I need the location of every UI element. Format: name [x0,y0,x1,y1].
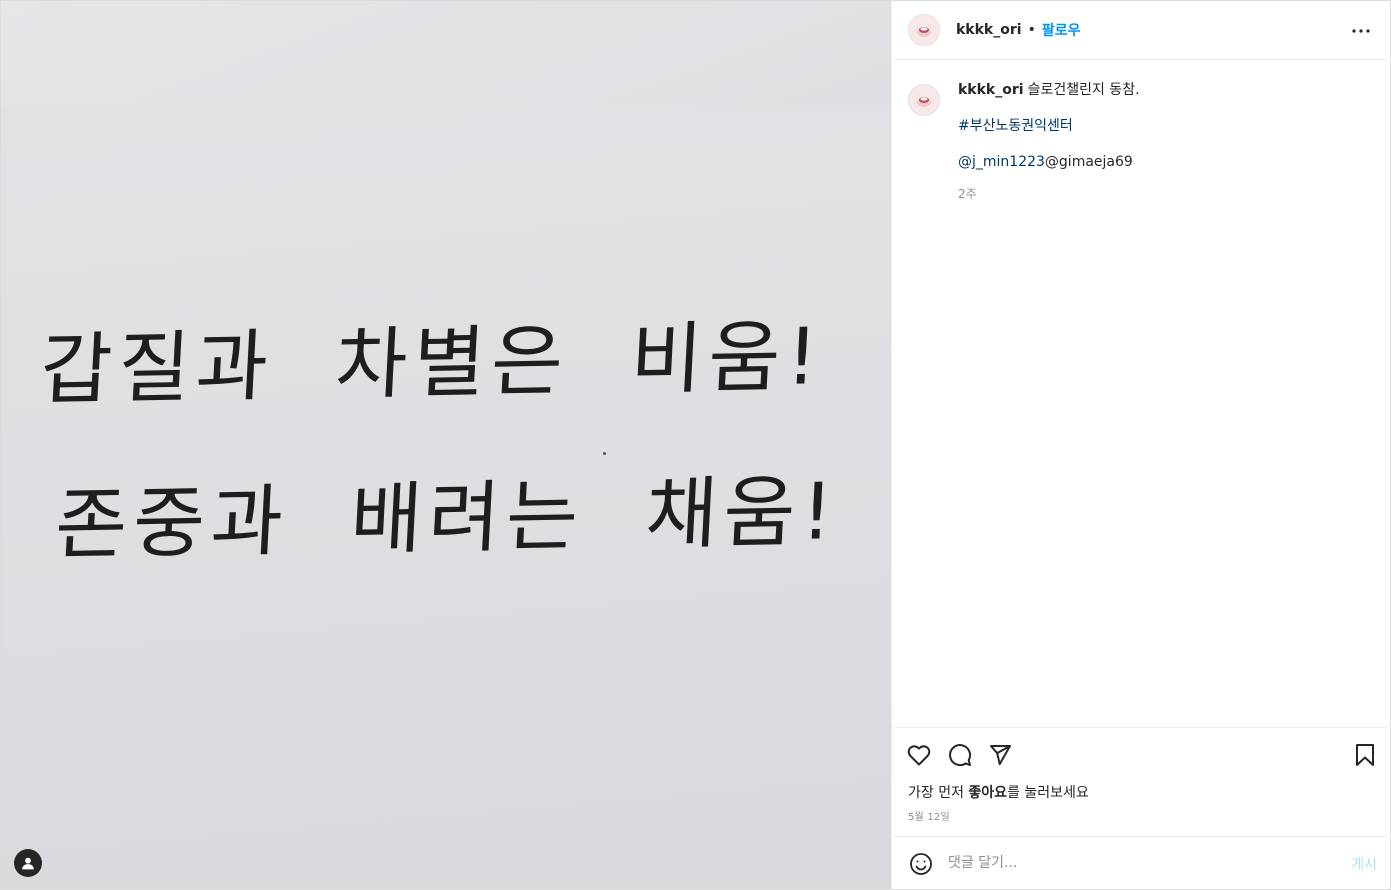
header-username[interactable]: kkkk_ori [956,22,1022,38]
post-dialog: 갑질과 차별은 비움! 존중과 배려는 채움! kkkk_ori • 팔로우 k… [0,0,1391,890]
user-icon [22,857,34,870]
comment-bar: 게시 [892,836,1391,889]
likes-link[interactable]: 좋아요 [968,785,1007,801]
caption-username[interactable]: kkkk_ori [958,82,1024,98]
slogan-line-1: 갑질과 차별은 비움! [37,312,826,416]
likes-suffix: 를 눌러보세요 [1007,785,1089,801]
post-header: kkkk_ori • 팔로우 [892,1,1391,60]
bookmark-icon [1356,744,1374,766]
more-options-button[interactable] [1349,19,1373,43]
slogan-line-2: 존중과 배려는 채움! [52,467,841,571]
action-bar: 가장 먼저 좋아요를 눌러보세요 5월 12일 [892,727,1391,837]
caption-body: kkkk_ori 슬로건챌린지 동참. #부산노동권익센터 @j_min1223@… [958,81,1368,203]
follow-button[interactable]: 팔로우 [1042,20,1081,40]
avatar-image-icon [917,27,931,37]
post-comment-button[interactable]: 게시 [1351,854,1377,874]
post-media[interactable]: 갑질과 차별은 비움! 존중과 배려는 채움! [1,1,891,889]
heart-icon [907,745,931,766]
mention-link-1[interactable]: @j_min1223 [958,154,1045,170]
likes-prompt: 가장 먼저 좋아요를 눌러보세요 [908,782,1089,802]
header-separator: • [1027,22,1036,38]
caption-hashtag[interactable]: #부산노동권익센터 [958,117,1368,135]
share-button[interactable] [987,742,1013,768]
ink-dot [603,452,606,455]
handwritten-slogan: 갑질과 차별은 비움! 존중과 배려는 채움! [1,1,891,889]
emoji-button[interactable] [908,851,934,877]
more-horizontal-icon [1352,29,1370,33]
post-date[interactable]: 5월 12일 [908,808,950,823]
comment-button[interactable] [947,742,973,768]
avatar-image-icon [917,97,931,107]
avatar[interactable] [908,14,940,46]
comment-icon [949,744,972,767]
caption-text: 슬로건챌린지 동참. [1027,82,1140,98]
comment-input[interactable] [948,853,1328,873]
caption-mentions: @j_min1223@gimaeja69 [958,153,1368,171]
likes-prefix: 가장 먼저 [908,785,969,801]
caption-time[interactable]: 2주 [958,185,1368,203]
like-button[interactable] [906,742,932,768]
caption-avatar[interactable] [908,84,940,116]
mention-link-2[interactable]: @gimaeja69 [1045,154,1133,170]
post-side-panel: kkkk_ori • 팔로우 kkkk_ori 슬로건챌린지 동참. #부산노동… [891,1,1391,889]
user-tag-button[interactable] [14,849,42,877]
share-icon [990,745,1011,766]
save-button[interactable] [1352,742,1378,768]
smile-icon [910,853,932,875]
